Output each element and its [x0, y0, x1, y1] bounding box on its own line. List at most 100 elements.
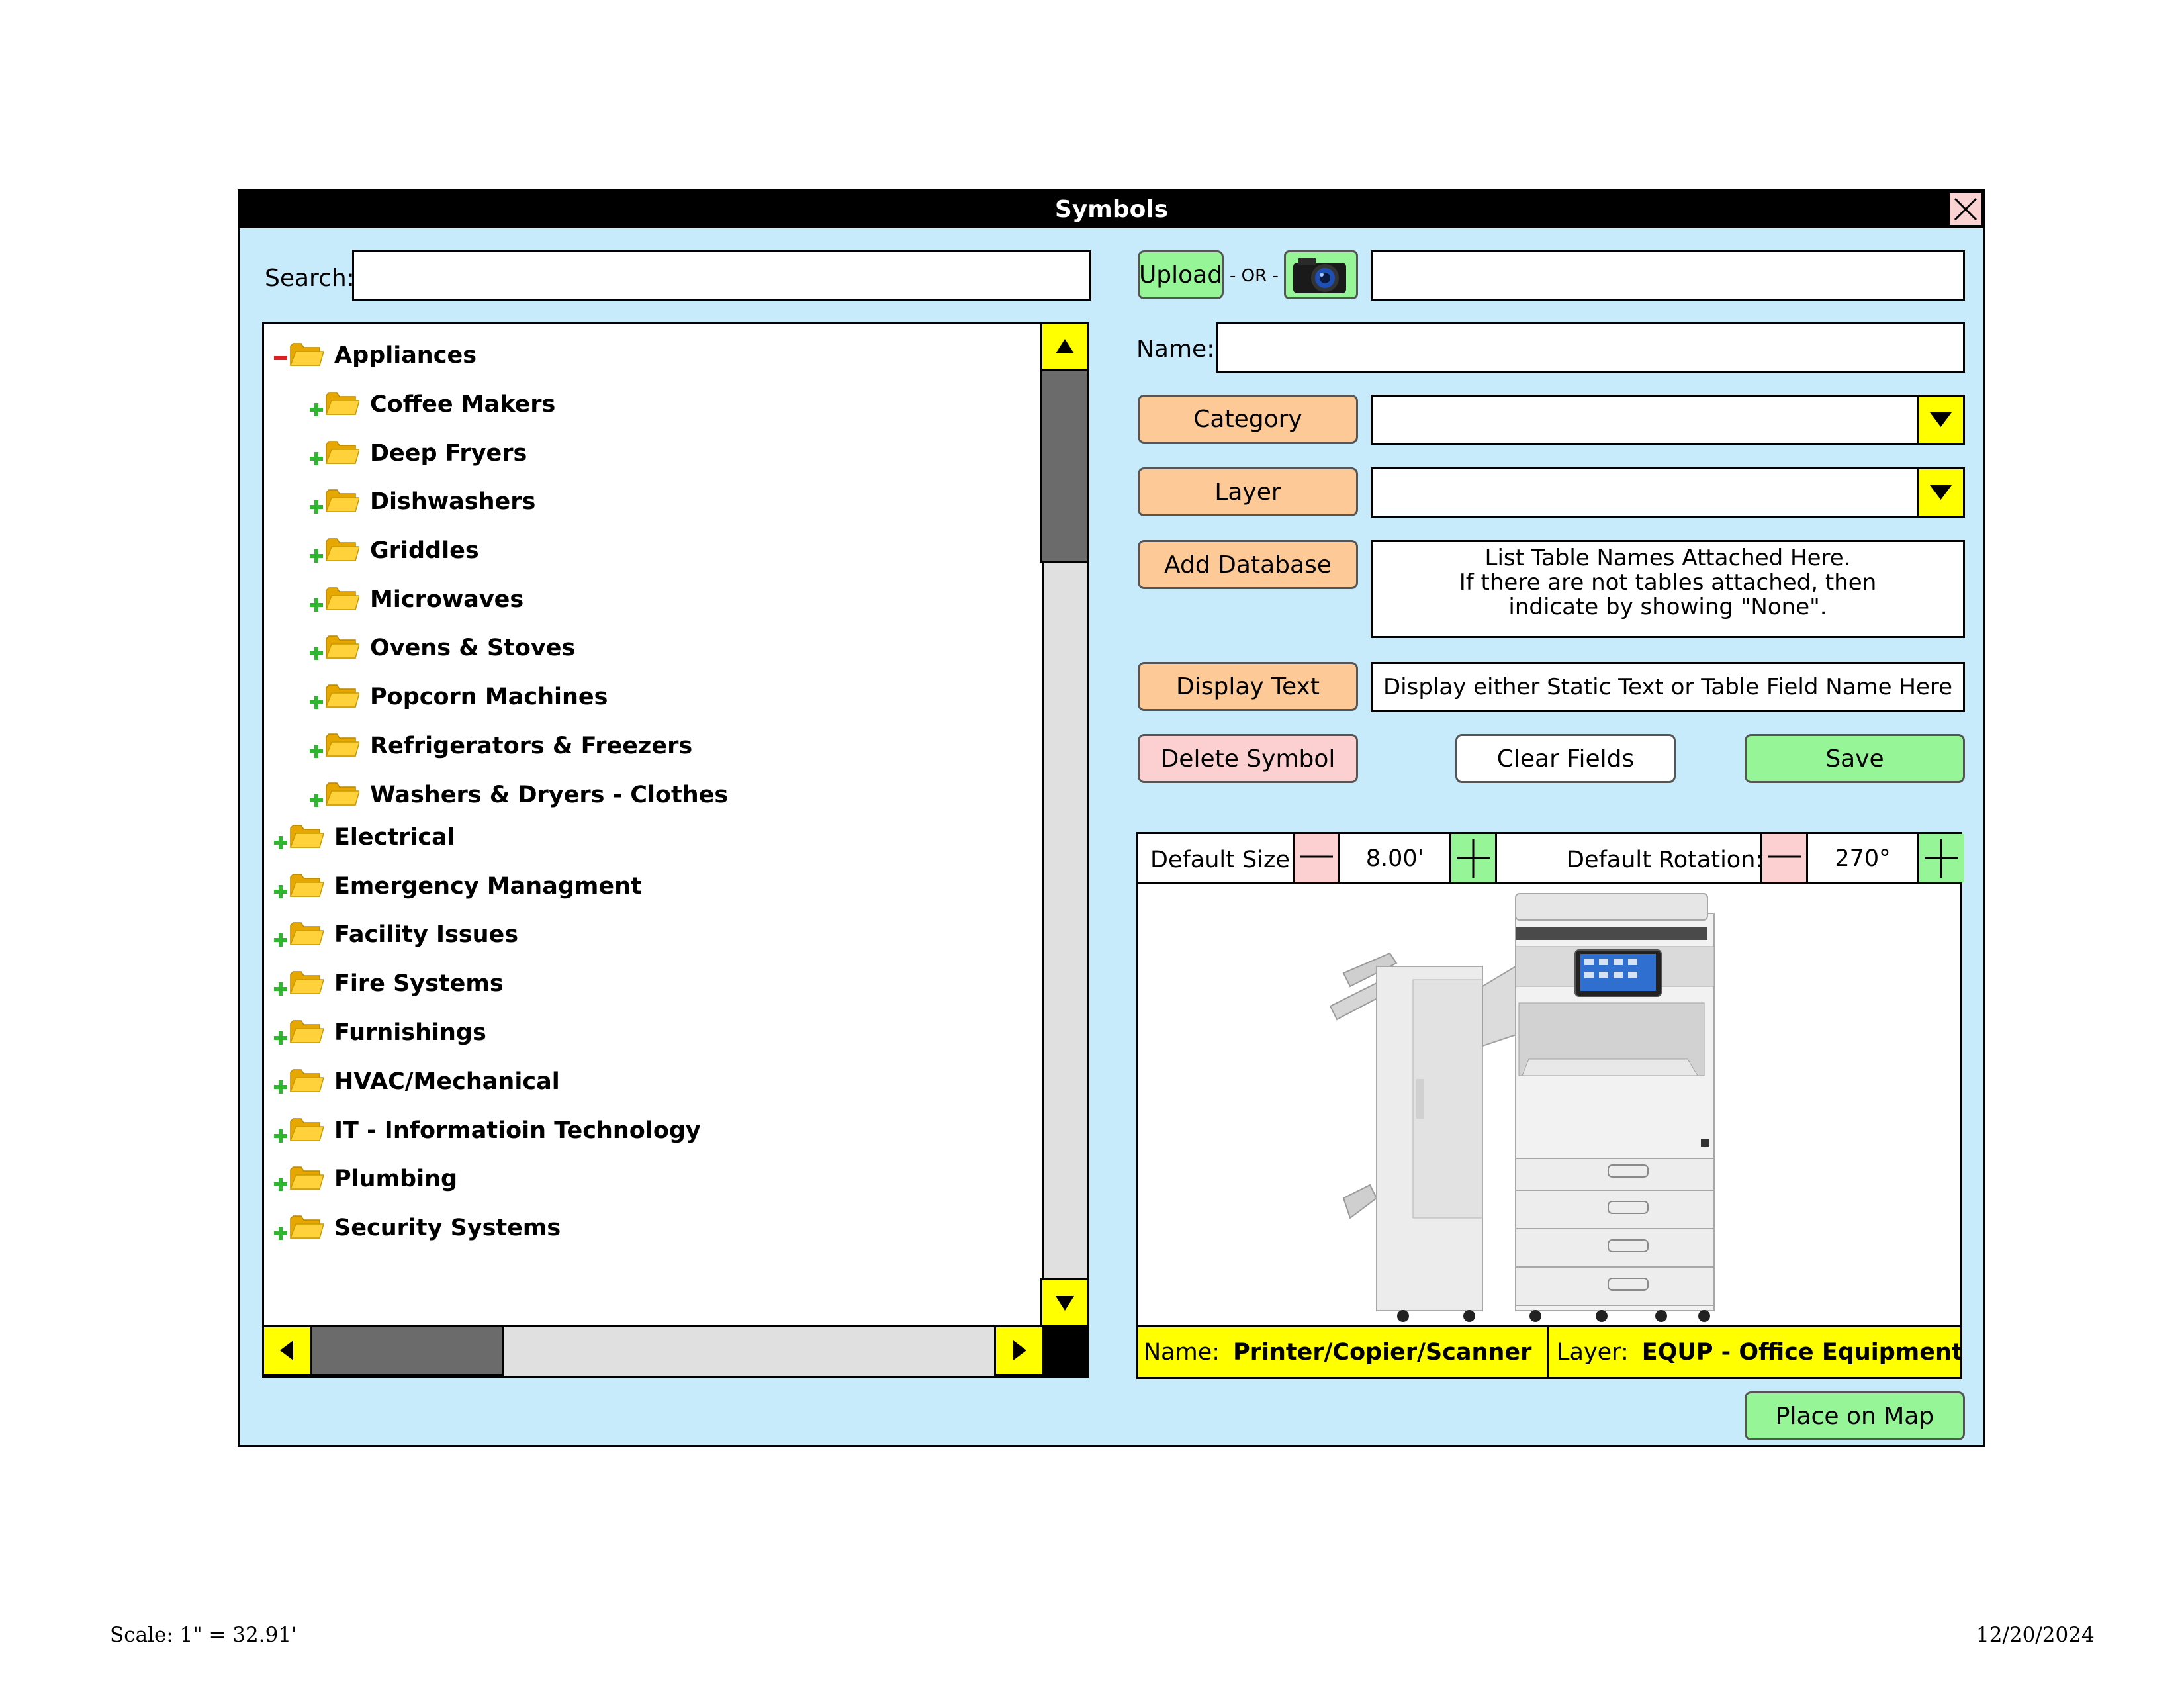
close-button[interactable]: [1948, 191, 1983, 227]
scroll-right-button[interactable]: [994, 1325, 1044, 1376]
scroll-left-button[interactable]: [264, 1325, 312, 1376]
tree-item-label: Microwaves: [370, 586, 524, 613]
place-on-map-button[interactable]: Place on Map: [1745, 1391, 1965, 1440]
expand-toggle[interactable]: [309, 388, 324, 421]
expand-toggle[interactable]: [309, 485, 324, 518]
tree-item[interactable]: Fire Systems: [273, 967, 504, 1000]
symbol-preview-panel: Default Size: 8.00' Default Rotation: 27…: [1136, 832, 1964, 1379]
default-rotation-label: Default Rotation:: [1567, 847, 1764, 873]
add-database-button-label: Add Database: [1164, 551, 1332, 579]
expand-toggle[interactable]: [309, 632, 324, 665]
expand-plus-icon: [310, 500, 323, 514]
expand-plus-icon: [274, 885, 287, 898]
tree-item[interactable]: Microwaves: [309, 583, 523, 616]
tree-item[interactable]: Electrical: [273, 821, 455, 854]
folder-icon-wrap: [289, 341, 324, 370]
folder-icon-wrap: [325, 487, 360, 516]
rotation-increase-button[interactable]: [1917, 834, 1964, 882]
expand-toggle[interactable]: [273, 821, 288, 854]
tree-item-label: Refrigerators & Freezers: [370, 733, 693, 759]
scroll-down-button[interactable]: [1040, 1278, 1087, 1327]
delete-symbol-button[interactable]: Delete Symbol: [1138, 734, 1358, 783]
expand-toggle[interactable]: [309, 534, 324, 567]
folder-icon-wrap: [325, 633, 360, 663]
tree-item[interactable]: Coffee Makers: [309, 388, 555, 421]
clear-fields-button[interactable]: Clear Fields: [1455, 734, 1676, 783]
upload-button[interactable]: Upload: [1138, 250, 1224, 299]
tree-item[interactable]: Emergency Managment: [273, 870, 642, 903]
save-button[interactable]: Save: [1745, 734, 1965, 783]
layer-select[interactable]: [1371, 467, 1965, 518]
folder-icon-wrap: [325, 780, 360, 810]
tree-item[interactable]: Dishwashers: [309, 485, 535, 518]
add-database-button[interactable]: Add Database: [1138, 540, 1358, 589]
expand-toggle[interactable]: [273, 1016, 288, 1049]
expand-plus-icon: [274, 982, 287, 996]
search-input[interactable]: [352, 250, 1091, 301]
layer-dropdown-button[interactable]: [1917, 469, 1963, 516]
scroll-corner: [1042, 1325, 1087, 1376]
display-text-field[interactable]: Display either Static Text or Table Fiel…: [1371, 662, 1965, 712]
camera-button[interactable]: [1284, 250, 1358, 299]
date-text: 12/20/2024: [1976, 1623, 2095, 1647]
tree-item[interactable]: Griddles: [309, 534, 479, 567]
name-label: Name:: [1136, 336, 1215, 363]
tree-item-label: Griddles: [370, 538, 479, 564]
folder-icon-wrap: [325, 439, 360, 468]
vertical-scroll-thumb[interactable]: [1040, 369, 1087, 563]
collapse-toggle[interactable]: [273, 339, 288, 372]
size-decrease-button[interactable]: [1293, 834, 1340, 882]
tree-item[interactable]: Plumbing: [273, 1162, 457, 1196]
expand-toggle[interactable]: [309, 729, 324, 763]
expand-toggle[interactable]: [273, 1065, 288, 1098]
expand-plus-icon: [274, 1227, 287, 1240]
size-increase-button[interactable]: [1449, 834, 1497, 882]
expand-toggle[interactable]: [273, 1114, 288, 1147]
expand-toggle[interactable]: [309, 680, 324, 714]
tree-item[interactable]: Refrigerators & Freezers: [309, 729, 692, 763]
expand-toggle[interactable]: [309, 778, 324, 812]
category-button[interactable]: Category: [1138, 395, 1358, 444]
expand-toggle[interactable]: [309, 583, 324, 616]
tree-item-label: Washers & Dryers - Clothes: [370, 782, 729, 808]
database-info-line-1: List Table Names Attached Here.: [1484, 545, 1851, 571]
expand-toggle[interactable]: [273, 1211, 288, 1244]
plus-icon: [1457, 839, 1490, 878]
tree-item[interactable]: IT - Informatioin Technology: [273, 1114, 701, 1147]
upload-path-field[interactable]: [1371, 250, 1965, 301]
scroll-up-button[interactable]: [1040, 324, 1087, 371]
tree-item[interactable]: HVAC/Mechanical: [273, 1065, 560, 1098]
symbol-name-value: Printer/Copier/Scanner: [1233, 1338, 1532, 1366]
expand-toggle[interactable]: [273, 870, 288, 903]
tree-item[interactable]: Appliances: [273, 339, 477, 372]
display-text-button[interactable]: Display Text: [1138, 662, 1358, 711]
layer-button[interactable]: Layer: [1138, 467, 1358, 516]
folder-icon: [289, 922, 324, 945]
folder-icon: [289, 971, 324, 994]
category-select[interactable]: [1371, 395, 1965, 445]
folder-icon-wrap: [325, 536, 360, 565]
tree-item-label: Deep Fryers: [370, 440, 527, 467]
expand-toggle[interactable]: [273, 967, 288, 1000]
expand-toggle[interactable]: [273, 1162, 288, 1196]
category-dropdown-button[interactable]: [1917, 397, 1963, 443]
tree-item[interactable]: Popcorn Machines: [309, 680, 608, 714]
tree-item[interactable]: Deep Fryers: [309, 437, 527, 470]
folder-icon-wrap: [325, 585, 360, 614]
expand-plus-icon: [274, 933, 287, 947]
name-input[interactable]: [1216, 322, 1965, 373]
expand-toggle[interactable]: [273, 918, 288, 951]
expand-plus-icon: [310, 696, 323, 709]
rotation-decrease-button[interactable]: [1760, 834, 1808, 882]
horizontal-scroll-thumb[interactable]: [310, 1325, 504, 1376]
display-text-button-label: Display Text: [1176, 673, 1320, 700]
folder-icon-wrap: [289, 1018, 324, 1047]
tree-item[interactable]: Furnishings: [273, 1016, 486, 1049]
symbol-name-cell: Name: Printer/Copier/Scanner: [1138, 1327, 1549, 1377]
tree-item[interactable]: Security Systems: [273, 1211, 561, 1244]
tree-item[interactable]: Washers & Dryers - Clothes: [309, 778, 728, 812]
tree-item[interactable]: Facility Issues: [273, 918, 518, 951]
expand-toggle[interactable]: [309, 437, 324, 470]
tree-item[interactable]: Ovens & Stoves: [309, 632, 575, 665]
tree-item-label: Coffee Makers: [370, 391, 556, 418]
